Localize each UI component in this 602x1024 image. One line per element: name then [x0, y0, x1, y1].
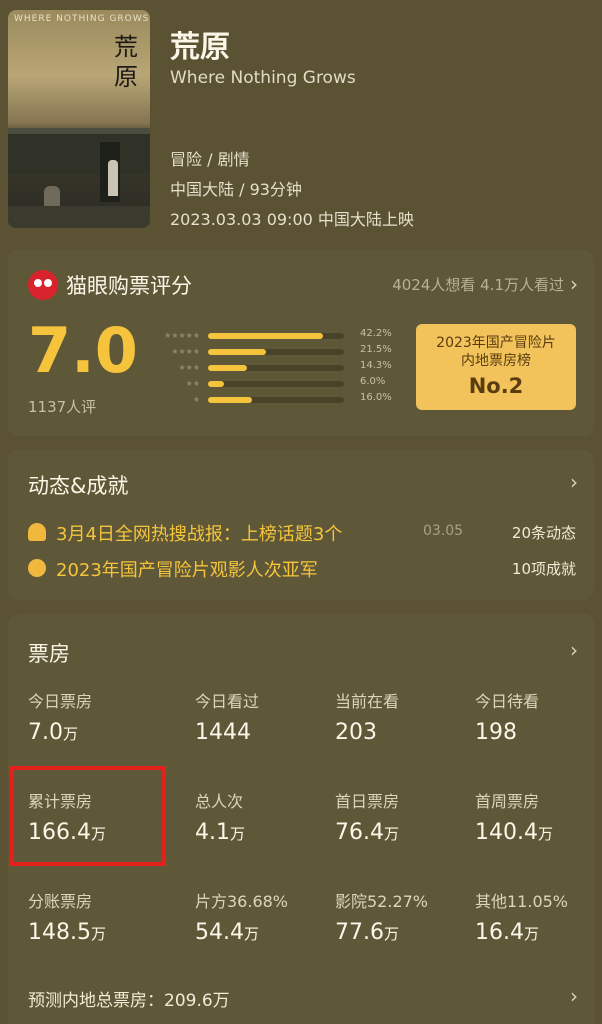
boxoffice-card[interactable]: 票房 › 今日票房 7.0万 今日看过 1444 当前在看 203 今日待看 1…: [8, 614, 594, 1024]
dynamics-item-date: 03.05: [423, 523, 464, 539]
poster-title: WHERE NOTHING GROWS: [14, 14, 150, 24]
stat-label: 影院52.27%: [335, 892, 429, 911]
stat-label: 今日票房: [28, 692, 93, 711]
stat-value: 54.4万: [195, 920, 259, 945]
rating-votes: 1137人评: [28, 398, 97, 416]
stat-split-boxoffice: 分账票房 148.5万: [28, 888, 106, 945]
stat-today-pending: 今日待看 198: [475, 688, 539, 745]
stat-label: 当前在看: [335, 692, 400, 711]
rating-row: ★★★★★ 42.2%: [138, 328, 398, 344]
stat-total-admissions: 总人次 4.1万: [195, 788, 245, 845]
rank-value: No.2: [468, 374, 524, 398]
stat-first-day-boxoffice: 首日票房 76.4万: [335, 788, 399, 845]
rating-bar: [208, 397, 252, 403]
movie-poster[interactable]: WHERE NOTHING GROWS 荒原: [8, 10, 150, 228]
stat-value: 203: [335, 720, 377, 745]
movie-release: 2023.03.03 09:00 中国大陆上映: [170, 210, 414, 229]
rating-bar-track: [208, 381, 344, 387]
chevron-right-icon[interactable]: ›: [570, 638, 578, 662]
rating-percent: 6.0%: [360, 376, 386, 387]
dynamics-item[interactable]: 2023年国产冒险片观影人次亚军 10项成就: [28, 556, 576, 582]
rating-percent: 14.3%: [360, 360, 392, 371]
stat-value: 4.1万: [195, 820, 246, 845]
want-watched-count[interactable]: 4024人想看 4.1万人看过: [392, 274, 564, 295]
stat-label: 今日看过: [195, 692, 260, 711]
stat-today-boxoffice: 今日票房 7.0万: [28, 688, 92, 745]
rating-row: ★ 16.0%: [138, 392, 398, 408]
rating-bar: [208, 333, 323, 339]
movie-genres: 冒险 / 剧情: [170, 150, 250, 169]
rating-bar: [208, 381, 224, 387]
bell-icon: [28, 523, 46, 541]
stat-value: 76.4万: [335, 820, 399, 845]
rating-row: ★★★★ 21.5%: [138, 344, 398, 360]
dynamics-item-text: 3月4日全网热搜战报：上榜话题3个: [56, 524, 343, 545]
dynamics-item-count[interactable]: 20条动态: [512, 522, 576, 543]
stat-label: 首日票房: [335, 792, 400, 811]
stat-first-week-boxoffice: 首周票房 140.4万: [475, 788, 553, 845]
dynamics-title: 动态&成就: [28, 474, 129, 498]
rating-title: 猫眼购票评分: [66, 274, 192, 298]
stat-label: 片方36.68%: [195, 892, 289, 911]
poster-figure: [108, 160, 118, 196]
stat-value: 140.4万: [475, 820, 553, 845]
dynamics-item[interactable]: 3月4日全网热搜战报：上榜话题3个 03.05 20条动态: [28, 520, 576, 546]
stars-icon: ★★: [185, 379, 200, 388]
movie-english-title: Where Nothing Grows: [170, 68, 356, 88]
rating-bar-track: [208, 333, 344, 339]
rating-bar-track: [208, 365, 344, 371]
rank-line1: 2023年国产冒险片: [436, 335, 556, 351]
stat-producer-share: 片方36.68% 54.4万: [195, 888, 288, 945]
medal-icon: [28, 559, 46, 577]
rating-percent: 42.2%: [360, 328, 392, 339]
stat-value: 7.0万: [28, 720, 79, 745]
stat-label: 分账票房: [28, 892, 93, 911]
rating-score: 7.0: [28, 314, 138, 387]
chevron-right-icon[interactable]: ›: [570, 984, 578, 1008]
rating-percent: 21.5%: [360, 344, 392, 355]
stat-label: 首周票房: [475, 792, 540, 811]
rank-line2: 内地票房榜: [461, 353, 531, 369]
stars-icon: ★★★★: [171, 347, 200, 356]
movie-title: 荒原: [170, 30, 230, 65]
stat-label: 总人次: [195, 792, 244, 811]
movie-region-duration: 中国大陆 / 93分钟: [170, 180, 302, 199]
stat-today-watched: 今日看过 1444: [195, 688, 259, 745]
rating-bar: [208, 365, 247, 371]
dynamics-item-count[interactable]: 10项成就: [512, 558, 576, 579]
chevron-right-icon[interactable]: ›: [570, 272, 578, 296]
rating-row: ★★ 6.0%: [138, 376, 398, 392]
dynamics-item-text: 2023年国产冒险片观影人次亚军: [56, 560, 318, 581]
rating-bar: [208, 349, 266, 355]
stars-icon: ★: [192, 395, 200, 404]
movie-header: WHERE NOTHING GROWS 荒原 荒原 Where Nothing …: [0, 0, 602, 240]
stat-value: 77.6万: [335, 920, 399, 945]
stars-icon: ★★★★★: [164, 331, 200, 340]
chevron-right-icon[interactable]: ›: [570, 470, 578, 494]
stat-value: 1444: [195, 720, 251, 745]
stat-cinema-share: 影院52.27% 77.6万: [335, 888, 428, 945]
stat-now-watching: 当前在看 203: [335, 688, 399, 745]
stat-label: 其他11.05%: [475, 892, 569, 911]
stat-label: 今日待看: [475, 692, 540, 711]
rating-bar-track: [208, 397, 344, 403]
stat-other-share: 其他11.05% 16.4万: [475, 888, 568, 945]
forecast-total[interactable]: 预测内地总票房：209.6万: [28, 986, 230, 1011]
rating-bar-track: [208, 349, 344, 355]
stars-icon: ★★★: [178, 363, 200, 372]
rating-percent: 16.0%: [360, 392, 392, 403]
boxoffice-title: 票房: [28, 642, 70, 666]
dynamics-card[interactable]: 动态&成就 › 3月4日全网热搜战报：上榜话题3个 03.05 20条动态 20…: [8, 450, 594, 600]
rating-row: ★★★ 14.3%: [138, 360, 398, 376]
rating-card[interactable]: 猫眼购票评分 4024人想看 4.1万人看过 › 7.0 1137人评 ★★★★…: [8, 250, 594, 436]
stat-value: 16.4万: [475, 920, 539, 945]
stat-value: 148.5万: [28, 920, 106, 945]
stat-value: 198: [475, 720, 517, 745]
poster-characters: 荒原: [114, 33, 138, 91]
maoyan-logo-icon: [28, 270, 58, 300]
poster-building: [8, 128, 150, 174]
poster-ground: [8, 206, 150, 228]
rank-badge[interactable]: 2023年国产冒险片 内地票房榜 No.2: [416, 324, 576, 410]
highlight-box: [10, 766, 166, 866]
